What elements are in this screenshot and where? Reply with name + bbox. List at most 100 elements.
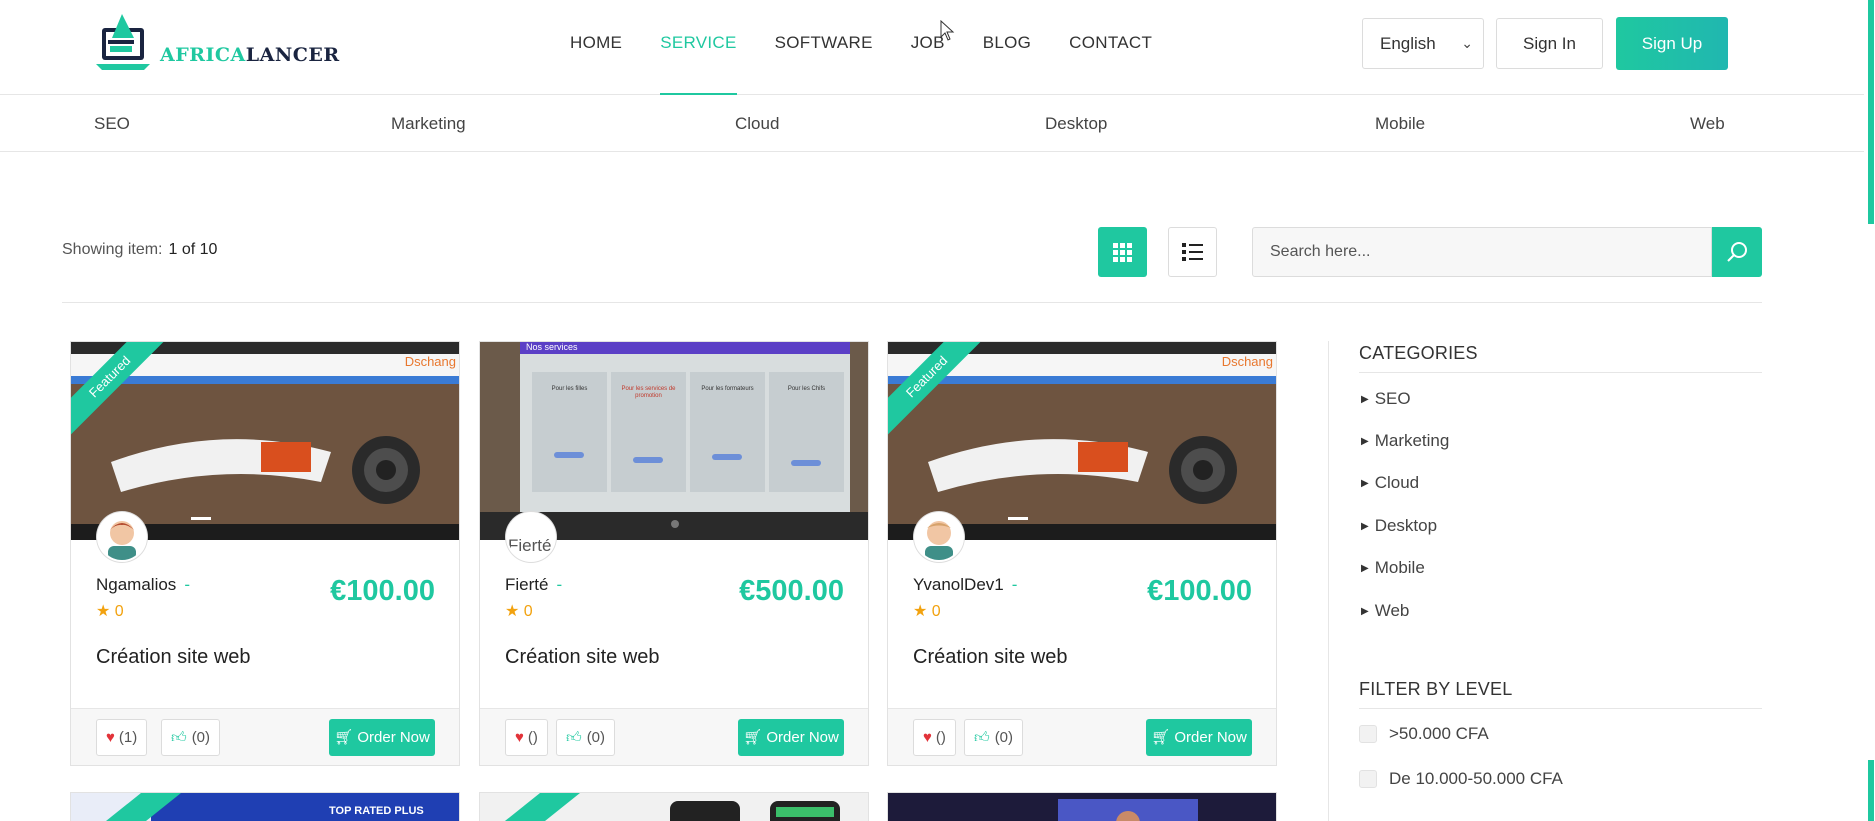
- service-card[interactable]: Nos services Pour les filles Pour les se…: [479, 341, 869, 766]
- sidebar-category-cloud[interactable]: ▶ Cloud: [1361, 473, 1419, 493]
- thumbnail-screen-col: Pour les Chifs: [787, 386, 826, 392]
- category-bar: SEO Marketing Cloud Desktop Mobile Web: [0, 96, 1864, 152]
- like-button[interactable]: 👍︎ (0): [964, 719, 1024, 756]
- seller-name[interactable]: Fierté -: [505, 575, 562, 595]
- service-thumbnail[interactable]: Dschang Featured: [71, 342, 459, 540]
- grid-view-icon: [1113, 243, 1132, 262]
- sidebar-category-marketing[interactable]: ▶ Marketing: [1361, 431, 1449, 451]
- like-button[interactable]: 👍︎ (0): [556, 719, 616, 756]
- seller-name-text: YvanolDev1: [913, 575, 1004, 594]
- filter-checkbox[interactable]: [1359, 770, 1377, 788]
- logo-text-part2: LANCER: [245, 44, 340, 66]
- filter-option[interactable]: De 10.000-50.000 CFA: [1359, 769, 1563, 789]
- like-count: (0): [994, 729, 1014, 746]
- category-desktop[interactable]: Desktop: [1045, 96, 1107, 152]
- service-title[interactable]: Création site web: [505, 646, 660, 669]
- filter-checkbox[interactable]: [1359, 725, 1377, 743]
- thumbnail-watermark: Dschang: [1221, 354, 1273, 369]
- star-icon: ★: [913, 603, 928, 620]
- caret-right-icon: ▶: [1361, 606, 1369, 617]
- logo-icon: [96, 14, 150, 70]
- search-button[interactable]: [1712, 227, 1762, 277]
- signup-button[interactable]: Sign Up: [1616, 17, 1728, 70]
- nav-service[interactable]: SERVICE: [660, 0, 738, 95]
- service-card[interactable]: TOP RATED PLUS: [70, 792, 460, 821]
- service-card[interactable]: Dschang Featured YvanolDev1- ★ 0 €100.00…: [887, 341, 1277, 766]
- nav-software[interactable]: SOFTWARE: [775, 0, 873, 95]
- nav-home[interactable]: HOME: [570, 0, 622, 95]
- rating: ★ 0: [96, 601, 124, 621]
- thumbs-up-icon: 👍︎: [566, 729, 582, 746]
- showing-label: Showing item:: [62, 241, 163, 258]
- caret-right-icon: ▶: [1361, 436, 1369, 447]
- favorite-button[interactable]: ♥(): [505, 719, 548, 756]
- filter-label: De 10.000-50.000 CFA: [1389, 769, 1563, 788]
- sidebar-category-seo[interactable]: ▶ SEO: [1361, 389, 1411, 409]
- service-card[interactable]: Dschang Featured Ngamalios - ★ 0 €100.00 …: [70, 341, 460, 766]
- chevron-down-icon: ⌄: [1461, 35, 1473, 51]
- grid-view-button[interactable]: [1098, 227, 1147, 277]
- thumbnail-watermark: Dschang: [404, 354, 456, 369]
- category-marketing[interactable]: Marketing: [391, 96, 466, 152]
- order-now-button[interactable]: 🛒︎ Order Now: [1146, 719, 1252, 756]
- thumbnail-screen-heading: Nos services: [526, 342, 578, 352]
- card-footer: ♥ (1) 👍︎ (0) 🛒︎ Order Now: [71, 708, 459, 765]
- caret-right-icon: ▶: [1361, 521, 1369, 532]
- site-header: AFRICALANCER HOME SERVICE SOFTWARE JOB B…: [0, 0, 1864, 95]
- search-input[interactable]: [1253, 228, 1711, 276]
- avatar-alt-text: Fierté: [508, 536, 552, 555]
- price: €100.00: [1147, 575, 1252, 607]
- filter-option[interactable]: >50.000 CFA: [1359, 724, 1489, 744]
- category-cloud[interactable]: Cloud: [735, 96, 779, 152]
- nav-blog[interactable]: BLOG: [983, 0, 1031, 95]
- seller-name[interactable]: YvanolDev1-: [913, 575, 1017, 595]
- categories-underline: [1359, 372, 1762, 373]
- main-nav: HOME SERVICE SOFTWARE JOB BLOG CONTACT: [570, 0, 1190, 95]
- service-thumbnail[interactable]: Dschang Featured: [888, 342, 1276, 540]
- seller-name[interactable]: Ngamalios -: [96, 575, 190, 595]
- language-select[interactable]: English ⌄: [1362, 18, 1484, 69]
- order-label: Order Now: [766, 729, 839, 746]
- like-button[interactable]: 👍︎ (0): [161, 719, 221, 756]
- nav-contact[interactable]: CONTACT: [1069, 0, 1152, 95]
- seller-name-text: Ngamalios: [96, 575, 177, 594]
- sidebar-divider: [1328, 341, 1329, 821]
- favorite-count: (): [935, 729, 946, 746]
- list-view-button[interactable]: [1168, 227, 1217, 277]
- rating: ★ 0: [913, 601, 941, 621]
- scrollbar-thumb[interactable]: [1868, 0, 1874, 224]
- category-mobile[interactable]: Mobile: [1375, 96, 1425, 152]
- favorite-button[interactable]: ♥(): [913, 719, 956, 756]
- avatar[interactable]: [914, 512, 964, 562]
- language-value: English: [1380, 34, 1436, 53]
- avatar[interactable]: [97, 512, 147, 562]
- cart-icon: 🛒︎: [334, 729, 354, 746]
- favorite-count: (): [527, 729, 538, 746]
- thumbnail-image: [888, 793, 1276, 821]
- caret-right-icon: ▶: [1361, 394, 1369, 405]
- sidebar-category-desktop[interactable]: ▶ Desktop: [1361, 516, 1437, 536]
- category-seo[interactable]: SEO: [94, 96, 130, 152]
- order-now-button[interactable]: 🛒︎ Order Now: [329, 719, 435, 756]
- avatar[interactable]: Fierté: [506, 512, 556, 562]
- logo[interactable]: AFRICALANCER: [94, 12, 340, 72]
- sidebar-category-web[interactable]: ▶ Web: [1361, 601, 1409, 621]
- filter-underline: [1359, 708, 1762, 709]
- heart-icon: ♥: [515, 729, 524, 746]
- service-title[interactable]: Création site web: [96, 646, 251, 669]
- signin-button[interactable]: Sign In: [1496, 18, 1603, 69]
- filter-label: >50.000 CFA: [1389, 724, 1489, 743]
- category-web[interactable]: Web: [1690, 96, 1725, 152]
- favorite-button[interactable]: ♥ (1): [96, 719, 148, 756]
- nav-job[interactable]: JOB: [911, 0, 945, 95]
- sidebar-category-label: SEO: [1374, 389, 1411, 408]
- service-card[interactable]: [479, 792, 869, 821]
- scrollbar-thumb-lower[interactable]: [1868, 760, 1874, 821]
- order-now-button[interactable]: 🛒︎ Order Now: [738, 719, 844, 756]
- service-card[interactable]: [887, 792, 1277, 821]
- sidebar-category-label: Web: [1374, 601, 1410, 620]
- sidebar-category-mobile[interactable]: ▶ Mobile: [1361, 558, 1425, 578]
- list-view-icon: [1182, 243, 1203, 261]
- service-thumbnail[interactable]: Nos services Pour les filles Pour les se…: [480, 342, 868, 540]
- service-title[interactable]: Création site web: [913, 646, 1068, 669]
